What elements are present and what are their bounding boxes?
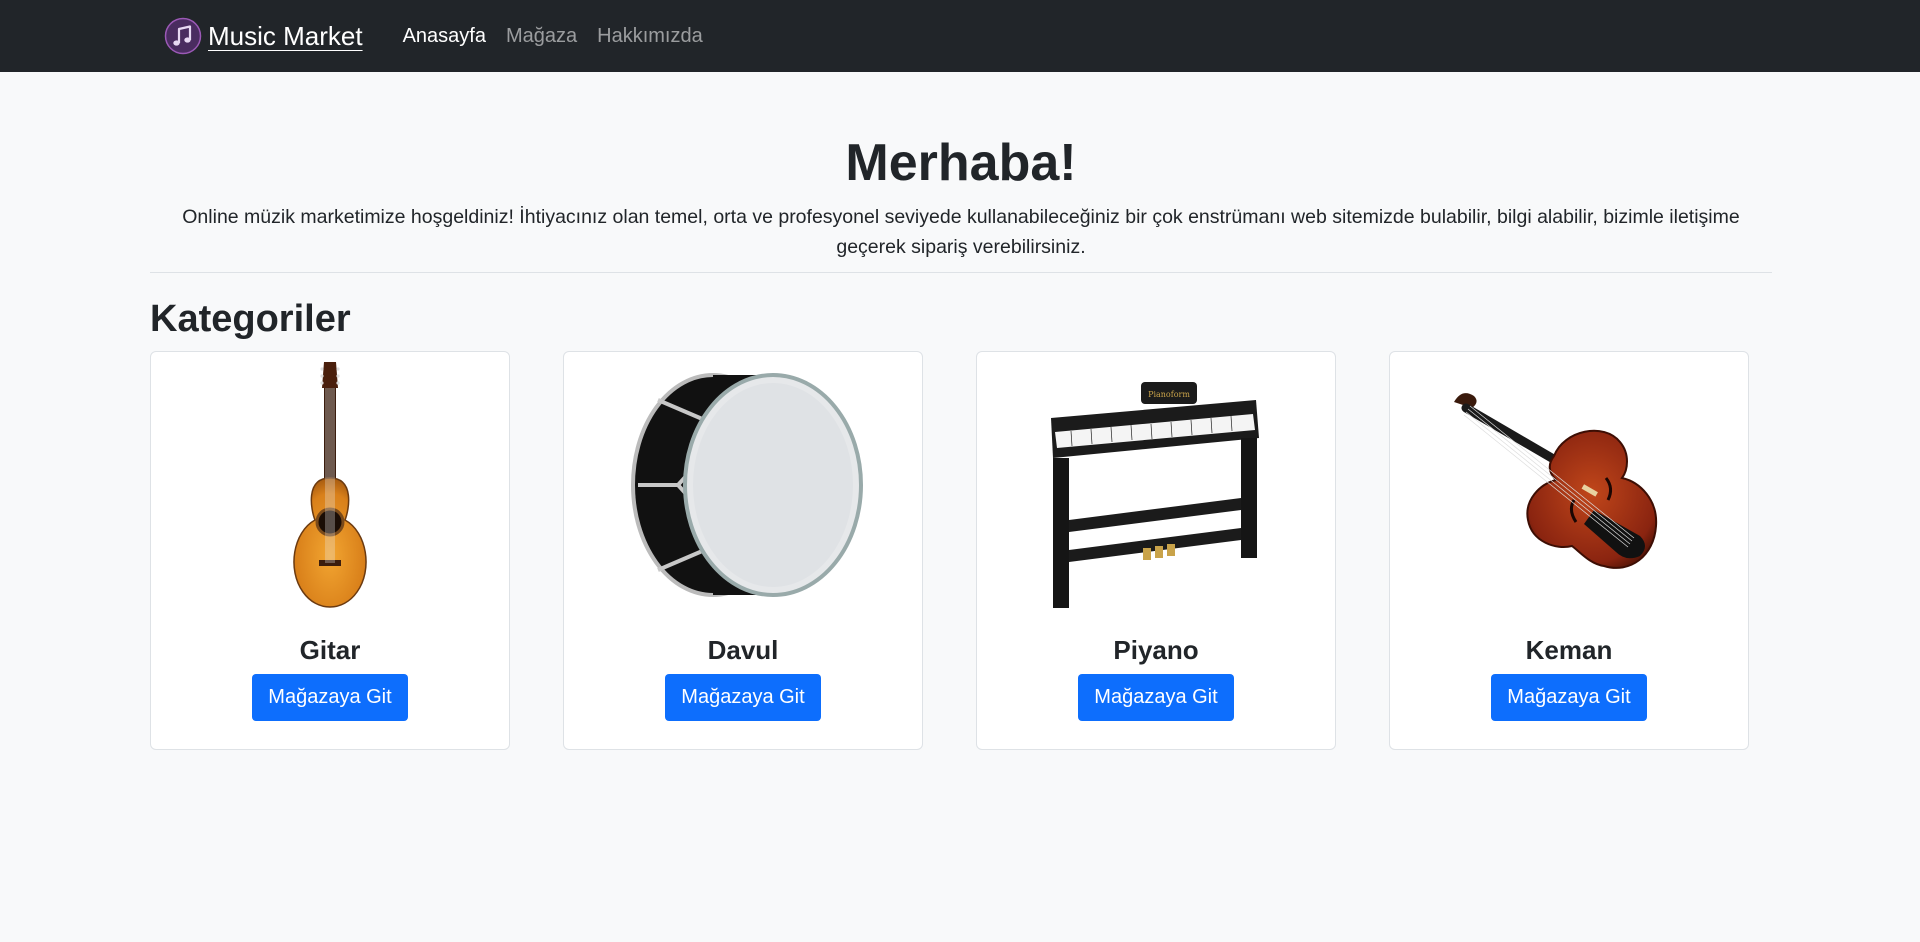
category-card-guitar: Gitar Mağazaya Git [150, 350, 510, 750]
divider [150, 272, 1772, 274]
go-to-store-button-violin[interactable]: Mağazaya Git [1491, 674, 1647, 722]
hero-section: Merhaba! Online müzik marketimize hoşgel… [150, 72, 1772, 262]
navbar: Music Market Anasayfa Mağaza Hakkımızda [0, 0, 1920, 72]
category-cards: Gitar Mağazaya Git Davul Mağazaya Git Pi… [150, 350, 1772, 750]
category-name: Piyano [1113, 634, 1199, 665]
nav-link-about[interactable]: Hakkımızda [587, 25, 713, 48]
category-card-piano: Pianoform Piyano Mağazaya Git [976, 350, 1336, 750]
categories-title: Kategoriler [150, 298, 351, 341]
hero-text: Online müzik marketimize hoşgeldiniz! İh… [182, 206, 1740, 259]
category-name: Keman [1525, 634, 1613, 665]
main-content: Merhaba! Online müzik marketimize hoşgel… [150, 72, 1772, 750]
category-name: Davul [707, 634, 779, 665]
piano-image: Pianoform [1006, 360, 1306, 615]
go-to-store-button-piano[interactable]: Mağazaya Git [1078, 674, 1234, 722]
go-to-store-button-drum[interactable]: Mağazaya Git [665, 674, 821, 722]
go-to-store-button-guitar[interactable]: Mağazaya Git [252, 674, 408, 722]
nav-link-home[interactable]: Anasayfa [393, 25, 496, 48]
drum-image [593, 360, 893, 615]
category-card-violin: Keman Mağazaya Git [1389, 350, 1749, 750]
brand-link[interactable]: Music Market [164, 17, 363, 55]
category-name: Gitar [299, 634, 361, 665]
brand-name: Music Market [208, 20, 363, 51]
nav-menu: Anasayfa Mağaza Hakkımızda [393, 25, 713, 48]
svg-text:Pianoform: Pianoform [1148, 390, 1190, 399]
hero-title: Merhaba! [845, 134, 1077, 192]
violin-image [1419, 360, 1719, 615]
music-note-icon [164, 17, 202, 55]
guitar-image [180, 360, 480, 615]
category-card-drum: Davul Mağazaya Git [563, 350, 923, 750]
nav-link-store[interactable]: Mağaza [496, 25, 587, 48]
